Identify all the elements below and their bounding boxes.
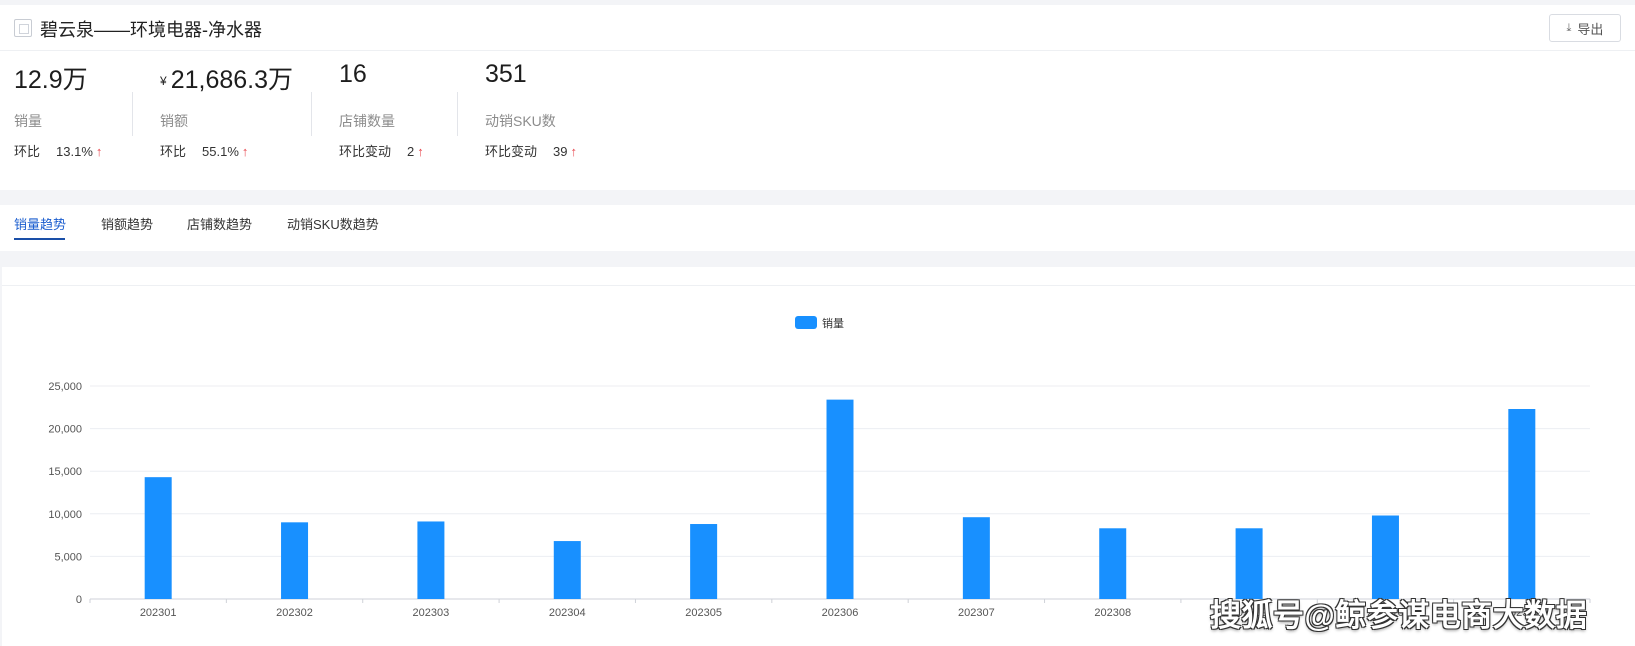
x-tick-label: 202304 — [549, 607, 586, 619]
legend-label[interactable]: 销量 — [822, 316, 844, 330]
x-tick-label: 202308 — [1094, 607, 1131, 619]
sales-volume-bar-chart: 销量 0 5,000 10,000 15,000 20,000 25,000 202301 20… — [48, 316, 1591, 619]
y-tick-label: 5,000 — [54, 551, 82, 563]
bar-202308[interactable] — [1099, 528, 1127, 599]
x-tick-label: 202305 — [685, 607, 722, 619]
y-tick-label: 25,000 — [48, 381, 82, 393]
bar-202303[interactable] — [417, 521, 445, 599]
y-tick-label: 0 — [76, 594, 82, 606]
bar-202311[interactable] — [1508, 409, 1536, 599]
bar-202306[interactable] — [826, 399, 854, 599]
y-tick-label: 15,000 — [48, 466, 82, 478]
x-tick-label: 202303 — [413, 607, 450, 619]
bar-202305[interactable] — [690, 524, 718, 599]
x-tick-label: 202306 — [822, 607, 859, 619]
x-tick-label: 202302 — [276, 607, 313, 619]
legend-swatch[interactable] — [795, 316, 817, 329]
y-tick-label: 20,000 — [48, 424, 82, 436]
watermark-text: 搜狐号@鲸参谋电商大数据 — [1210, 598, 1588, 633]
x-tick-label: 202301 — [140, 607, 177, 619]
bar-202301[interactable] — [144, 477, 172, 599]
bar-202310[interactable] — [1371, 515, 1399, 599]
y-tick-label: 10,000 — [48, 509, 82, 521]
bar-202302[interactable] — [281, 522, 309, 599]
bar-202307[interactable] — [962, 517, 990, 599]
bar-202304[interactable] — [553, 541, 581, 599]
x-tick-label: 202307 — [958, 607, 995, 619]
bar-202309[interactable] — [1235, 528, 1263, 599]
